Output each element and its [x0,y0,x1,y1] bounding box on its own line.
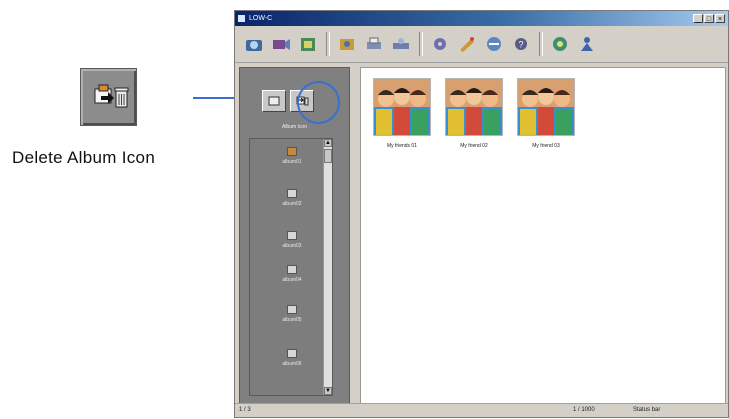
camcorder-button[interactable] [270,33,292,55]
album-name: album01 [282,159,302,165]
album-name: album04 [282,277,302,283]
window-title: LOW-C [249,15,273,22]
music-button[interactable] [549,33,571,55]
album-name: album02 [282,201,302,207]
photo-thumbnail[interactable]: My friends 01 [369,78,435,149]
callout-label: Delete Album Icon [12,148,156,167]
photo-edit-icon [340,39,354,50]
print-icon [367,37,381,49]
album-item[interactable]: album06 [250,349,334,367]
app-icon [238,15,245,22]
settings-icon [434,38,446,50]
toolbar: ? [235,26,728,63]
email-icon [487,37,501,51]
music-icon [553,37,567,51]
album-pane: Album Icon album01 album02 album03 album… [239,67,350,405]
status-text: Status bar [633,407,661,413]
scroll-up-arrow-icon[interactable]: ▲ [324,139,332,147]
help-icon: ? [515,38,527,50]
close-button[interactable]: × [715,14,725,23]
user-button[interactable] [576,33,598,55]
photo-grid: My friends 01 My friend 02 My friend 03 [360,67,726,405]
album-folder-icon [287,305,297,314]
album-folder-icon [287,189,297,198]
photo-caption: My friend 03 [532,143,560,149]
album-item[interactable]: album04 [250,265,334,283]
scroll-thumb[interactable] [324,149,332,163]
help-button[interactable]: ? [510,33,532,55]
album-list: album01 album02 album03 album04 album05 … [249,138,333,396]
photo-thumbnail[interactable]: My friend 02 [441,78,507,149]
album-button[interactable] [297,33,319,55]
photo-image [445,78,503,136]
status-count: 1 / 3 [239,407,251,413]
status-bar: 1 / 3 1 / 1000 Status bar [235,403,728,417]
photo-caption: My friends 01 [386,143,417,149]
album-folder-icon [287,231,297,240]
album-item[interactable]: album03 [250,231,334,249]
scroll-down-arrow-icon[interactable]: ▼ [324,387,332,395]
toolbar-separator [539,32,543,56]
photo-thumbnail[interactable]: My friend 03 [513,78,579,149]
settings-button[interactable] [429,33,451,55]
minimize-button[interactable]: _ [693,14,703,23]
camcorder-icon [273,39,290,50]
email-button[interactable] [483,33,505,55]
new-album-button[interactable] [262,90,286,112]
album-name: album03 [282,243,302,249]
delete-album-icon [94,84,129,108]
scanner-button[interactable] [390,33,412,55]
effects-button[interactable] [456,33,478,55]
photo-image [373,78,431,136]
album-icon-caption: Album Icon [281,124,307,130]
album-folder-icon [287,349,297,358]
photo-edit-button[interactable] [336,33,358,55]
scanner-icon [393,38,409,49]
user-icon [581,37,593,51]
delete-album-highlight-ring [297,81,340,124]
toolbar-separator [419,32,423,56]
camera-icon [246,40,262,51]
photo-image [517,78,575,136]
camera-button[interactable] [243,33,265,55]
album-folder-icon [287,147,297,156]
album-item[interactable]: album02 [250,189,334,207]
title-bar: LOW-C _ □ × [235,11,728,26]
photo-caption: My friend 02 [460,143,488,149]
toolbar-separator [326,32,330,56]
status-index: 1 / 1000 [573,407,595,413]
album-folder-icon [287,265,297,274]
album-name: album06 [282,361,302,367]
effects-icon [460,37,474,52]
album-item[interactable]: album01 [250,147,334,165]
album-item[interactable]: album05 [250,305,334,323]
new-album-icon [268,96,280,106]
album-list-scrollbar[interactable]: ▲ ▼ [323,139,332,395]
svg-text:?: ? [519,40,524,50]
delete-album-callout-icon [80,68,137,126]
app-window: LOW-C _ □ × ? Album Icon album01 album02… [234,10,729,418]
album-icon [301,38,315,51]
print-button[interactable] [363,33,385,55]
album-name: album05 [282,317,302,323]
maximize-button[interactable]: □ [704,14,714,23]
